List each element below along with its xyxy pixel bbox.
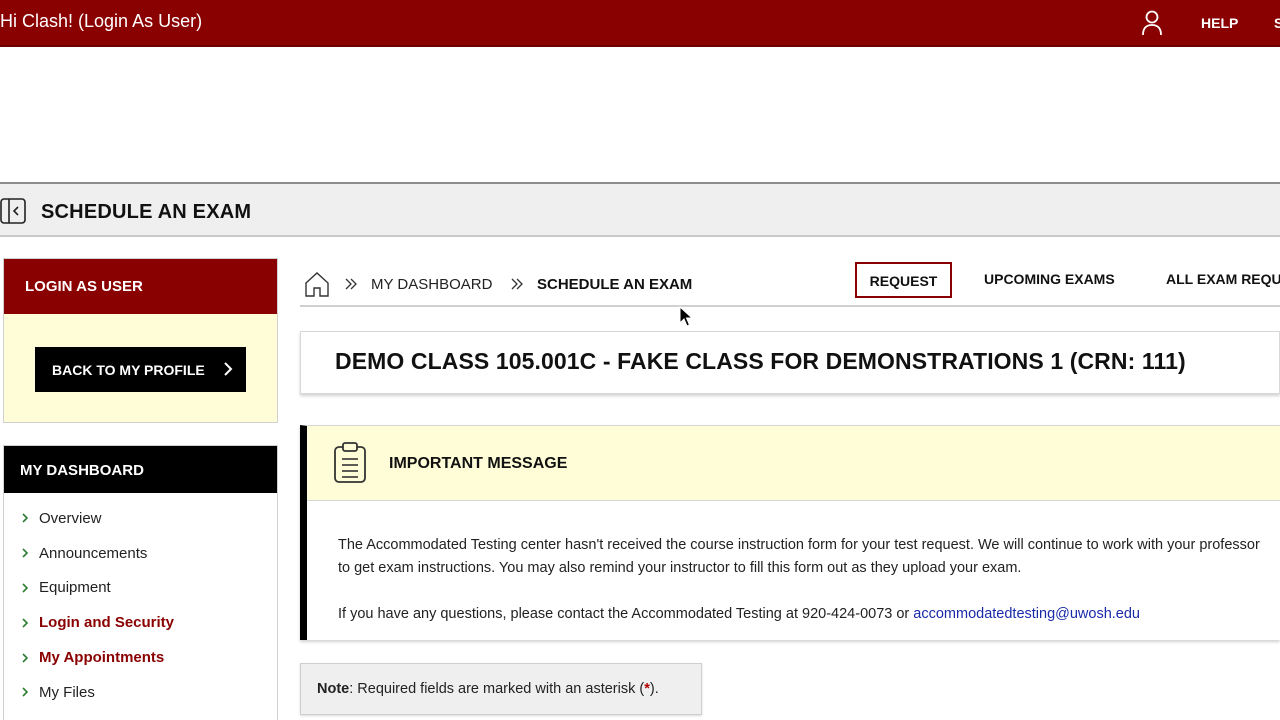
double-chevron-icon xyxy=(511,278,523,290)
sidebar-item-my-appointments[interactable]: My Appointments xyxy=(4,640,277,675)
chevron-right-icon xyxy=(22,513,29,523)
message-paragraph: The Accommodated Testing center hasn't r… xyxy=(338,537,1260,576)
sidebar-item-label: Announcements xyxy=(39,544,148,562)
tab-all-exam-requests[interactable]: ALL EXAM REQU xyxy=(1166,271,1280,287)
chevron-right-icon xyxy=(22,653,29,663)
sidebar-item-label: Login and Security xyxy=(39,614,175,632)
back-to-profile-label: BACK TO MY PROFILE xyxy=(52,361,205,378)
important-message-title: IMPORTANT MESSAGE xyxy=(389,455,568,472)
sidebar-item-label: My Files xyxy=(39,683,95,701)
tab-request[interactable]: REQUEST xyxy=(855,262,952,298)
page-title-bar: SCHEDULE AN EXAM xyxy=(0,182,1280,237)
important-message: IMPORTANT MESSAGE The Accommodated Testi… xyxy=(300,425,1280,640)
back-to-profile-button[interactable]: BACK TO MY PROFILE xyxy=(35,347,246,392)
important-message-body: The Accommodated Testing center hasn't r… xyxy=(307,501,1267,626)
sidebar-item-label: Equipment xyxy=(39,579,111,597)
email-link[interactable]: accommodatedtesting@uwosh.edu xyxy=(913,606,1140,622)
sidebar-item-my-files[interactable]: My Files xyxy=(4,675,277,710)
sidebar-item-login-security[interactable]: Login and Security xyxy=(4,605,277,640)
sidebar-item-label: Overview xyxy=(39,509,102,527)
message-contact-paragraph: If you have any questions, please contac… xyxy=(338,603,1267,626)
tab-upcoming-exams[interactable]: UPCOMING EXAMS xyxy=(984,271,1115,287)
message-contact-text: If you have any questions, please contac… xyxy=(338,606,914,622)
user-icon[interactable] xyxy=(1141,10,1163,36)
sidebar-item-label: My Appointments xyxy=(39,649,165,667)
note-suffix: ). xyxy=(649,681,659,697)
chevron-right-icon xyxy=(22,583,29,593)
collapse-sidebar-icon[interactable] xyxy=(0,198,26,224)
dashboard-nav: Overview Announcements Equipment Login a… xyxy=(4,493,277,710)
breadcrumb-dashboard-link[interactable]: MY DASHBOARD xyxy=(371,276,492,293)
chevron-right-icon xyxy=(22,548,29,558)
mouse-cursor-icon xyxy=(679,306,693,327)
help-link[interactable]: HELP xyxy=(1201,15,1238,31)
sidebar-item-equipment[interactable]: Equipment xyxy=(4,571,277,606)
chevron-right-icon xyxy=(22,618,29,628)
note-label: Note xyxy=(317,681,350,697)
breadcrumb-divider xyxy=(300,305,1280,307)
top-bar: Hi Clash! (Login As User) HELP S xyxy=(0,0,1280,47)
login-as-user-panel: LOGIN AS USER BACK TO MY PROFILE xyxy=(3,258,278,423)
important-message-header: IMPORTANT MESSAGE xyxy=(307,426,1280,501)
chevron-right-icon xyxy=(224,362,233,376)
page-title: SCHEDULE AN EXAM xyxy=(41,201,252,223)
required-fields-note: Note: Required fields are marked with an… xyxy=(300,663,702,715)
sidebar-item-overview[interactable]: Overview xyxy=(4,501,277,536)
greeting-text: Hi Clash! (Login As User) xyxy=(0,11,203,31)
my-dashboard-heading: MY DASHBOARD xyxy=(4,446,277,493)
my-dashboard-panel: MY DASHBOARD Overview Announcements Equi… xyxy=(3,445,278,720)
note-text: : Required fields are marked with an ast… xyxy=(349,681,645,697)
class-name: DEMO CLASS 105.001C - FAKE CLASS FOR DEM… xyxy=(335,348,1186,374)
sidebar-item-announcements[interactable]: Announcements xyxy=(4,536,277,571)
chevron-right-icon xyxy=(22,687,29,697)
home-icon[interactable] xyxy=(304,271,330,298)
class-card: DEMO CLASS 105.001C - FAKE CLASS FOR DEM… xyxy=(300,331,1280,394)
login-as-user-heading: LOGIN AS USER xyxy=(4,259,277,314)
double-chevron-icon xyxy=(345,278,357,290)
clipboard-icon xyxy=(334,442,366,483)
header-extra-link[interactable]: S xyxy=(1274,15,1280,31)
breadcrumb-current: SCHEDULE AN EXAM xyxy=(537,276,693,293)
